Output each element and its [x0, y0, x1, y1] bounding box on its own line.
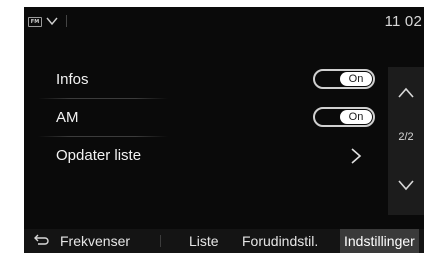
- fm-radio-icon[interactable]: FM: [28, 17, 42, 27]
- chevron-down-icon: [398, 180, 414, 191]
- page-indicator: 2/2: [398, 131, 414, 143]
- tab-indstillinger[interactable]: Indstillinger: [340, 229, 419, 253]
- bottom-bar: Frekvenser Liste Forudindstil. Indstilli…: [24, 229, 424, 253]
- toggle-knob: On: [340, 72, 372, 86]
- scroll-down-button[interactable]: [388, 159, 424, 215]
- screen: FM 11 02 Infos On AM On Opdater liste 2/…: [0, 0, 424, 253]
- infos-toggle[interactable]: On: [313, 69, 375, 89]
- scroll-panel: 2/2: [388, 67, 424, 215]
- row-label: Opdater liste: [56, 147, 142, 164]
- scroll-up-button[interactable]: [388, 67, 424, 123]
- tab-liste[interactable]: Liste: [189, 229, 219, 253]
- tab-frekvenser[interactable]: Frekvenser: [60, 229, 130, 253]
- row-label: Infos: [56, 71, 89, 88]
- settings-row-update-list[interactable]: Opdater liste: [24, 137, 374, 175]
- tab-divider: [160, 235, 161, 247]
- back-arrow-icon[interactable]: [32, 233, 50, 249]
- tab-forudindstil[interactable]: Forudindstil.: [242, 229, 318, 253]
- source-text: FM: [30, 19, 40, 25]
- clock: 11 02: [384, 13, 422, 30]
- settings-row-am[interactable]: AM On: [24, 99, 375, 137]
- row-label: AM: [56, 109, 79, 126]
- toggle-knob: On: [340, 110, 372, 124]
- chevron-right-icon[interactable]: [350, 148, 362, 164]
- am-toggle[interactable]: On: [313, 107, 375, 127]
- status-divider: [66, 15, 67, 27]
- chevron-up-icon: [398, 87, 414, 98]
- status-bar: FM 11 02: [24, 7, 424, 35]
- radio-display: FM 11 02 Infos On AM On Opdater liste 2/…: [24, 7, 424, 253]
- settings-row-infos[interactable]: Infos On: [24, 61, 375, 99]
- chevron-down-icon[interactable]: [46, 16, 58, 26]
